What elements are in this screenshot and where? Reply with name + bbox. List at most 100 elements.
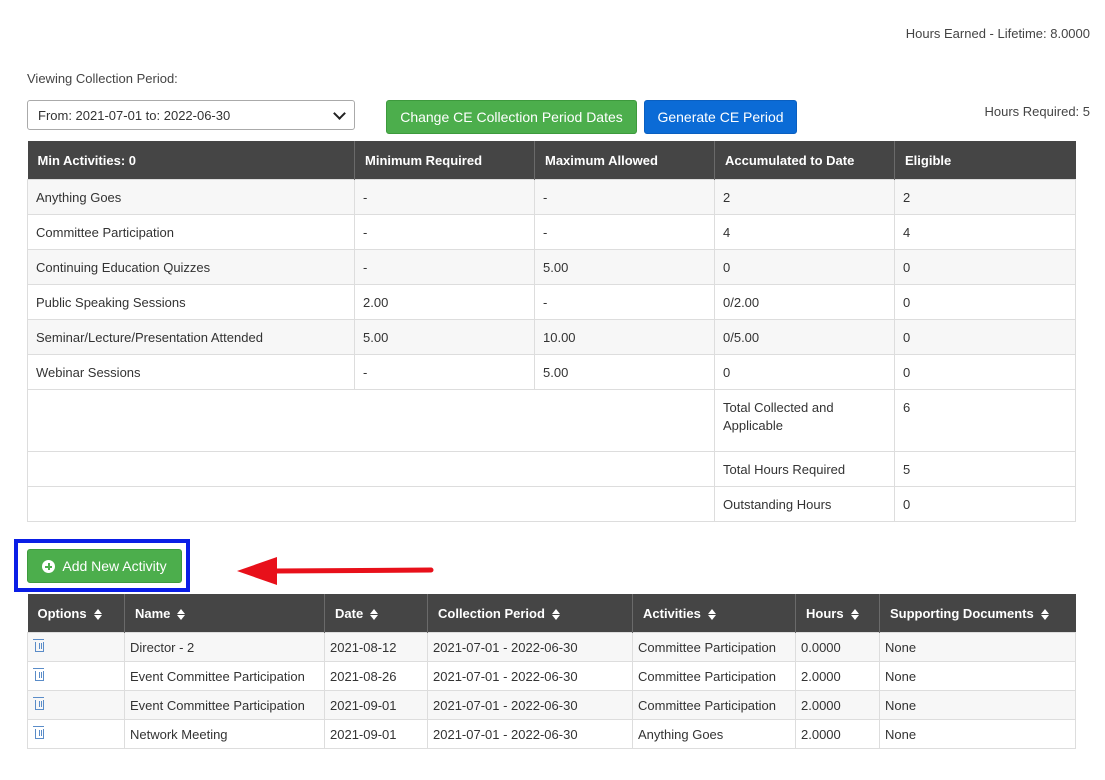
activity-type-cell: Committee Participation xyxy=(632,632,796,662)
maximum-allowed: 5.00 xyxy=(534,354,715,390)
date-cell: 2021-08-26 xyxy=(324,661,428,691)
maximum-allowed: - xyxy=(534,214,715,250)
minimum-required: - xyxy=(354,179,535,215)
summary-header-cell: Eligible xyxy=(894,141,1076,180)
column-header-label: Supporting Documents xyxy=(890,605,1034,621)
change-ce-period-button[interactable]: Change CE Collection Period Dates xyxy=(386,100,637,134)
sort-icon xyxy=(1040,608,1049,620)
trash-icon[interactable] xyxy=(33,667,44,681)
column-header-label: Date xyxy=(335,605,364,621)
summary-row: Seminar/Lecture/Presentation Attended 5.… xyxy=(27,319,1076,355)
summary-header-cell: Min Activities: 0 xyxy=(27,141,355,180)
accumulated-to-date-warning: 0/2.00 xyxy=(714,284,895,320)
maximum-allowed: 10.00 xyxy=(534,319,715,355)
viewing-period-label: Viewing Collection Period: xyxy=(27,71,178,86)
column-header-label: Name xyxy=(135,605,171,621)
accumulated-to-date: 0 xyxy=(714,249,895,285)
hours-cell: 2.0000 xyxy=(795,661,880,691)
add-new-activity-label: Add New Activity xyxy=(62,558,167,574)
column-header-label: Collection Period xyxy=(438,605,545,621)
column-header-collection-period[interactable]: Collection Period xyxy=(427,594,633,633)
activity-name-cell: Director - 2 xyxy=(124,632,325,662)
maximum-allowed: 5.00 xyxy=(534,249,715,285)
trash-icon[interactable] xyxy=(33,638,44,652)
activity-type-cell: Anything Goes xyxy=(632,719,796,749)
activity-name-cell: Event Committee Participation xyxy=(124,661,325,691)
hours-required: Hours Required: 5 xyxy=(984,104,1091,119)
activity-type-cell: Committee Participation xyxy=(632,690,796,720)
totals-spacer xyxy=(27,451,715,487)
red-arrow-annotation xyxy=(237,557,434,585)
column-header-date[interactable]: Date xyxy=(324,594,428,633)
collection-period-cell: 2021-07-01 - 2022-06-30 xyxy=(427,632,633,662)
eligible: 4 xyxy=(894,214,1076,250)
accumulated-to-date-warning: 0/5.00 xyxy=(714,319,895,355)
activity-name-cell: Network Meeting xyxy=(124,719,325,749)
activity-name: Anything Goes xyxy=(27,179,355,215)
outstanding-hours-value: 0 xyxy=(894,486,1076,522)
minimum-required: 5.00 xyxy=(354,319,535,355)
accumulated-to-date: 0 xyxy=(714,354,895,390)
total-hours-required-value: 5 xyxy=(894,451,1076,487)
collection-period-cell: 2021-07-01 - 2022-06-30 xyxy=(427,719,633,749)
table-row: Director - 2 2021-08-12 2021-07-01 - 202… xyxy=(27,632,1076,662)
totals-row: Total Hours Required 5 xyxy=(27,451,1076,487)
column-header-name[interactable]: Name xyxy=(124,594,325,633)
column-header-supporting-documents[interactable]: Supporting Documents xyxy=(879,594,1076,633)
collection-period-cell: 2021-07-01 - 2022-06-30 xyxy=(427,690,633,720)
options-cell xyxy=(27,719,125,749)
trash-icon[interactable] xyxy=(33,696,44,710)
column-header-label: Hours xyxy=(806,605,844,621)
activity-name: Public Speaking Sessions xyxy=(27,284,355,320)
options-cell xyxy=(27,690,125,720)
collection-period-cell: 2021-07-01 - 2022-06-30 xyxy=(427,661,633,691)
column-header-options[interactable]: Options xyxy=(27,594,125,633)
eligible: 0 xyxy=(894,249,1076,285)
hours-cell: 2.0000 xyxy=(795,690,880,720)
totals-spacer xyxy=(27,389,715,452)
column-header-activities[interactable]: Activities xyxy=(632,594,796,633)
chevron-down-icon xyxy=(333,106,346,120)
summary-row: Anything Goes - - 2 2 xyxy=(27,179,1076,215)
minimum-required: 2.00 xyxy=(354,284,535,320)
total-hours-required-label: Total Hours Required xyxy=(714,451,895,487)
summary-row: Committee Participation - - 4 4 xyxy=(27,214,1076,250)
trash-icon[interactable] xyxy=(33,725,44,739)
supporting-documents-cell: None xyxy=(879,632,1076,662)
requirements-summary-table: Min Activities: 0 Minimum Required Maxim… xyxy=(27,141,1076,522)
activity-name: Continuing Education Quizzes xyxy=(27,249,355,285)
options-cell xyxy=(27,632,125,662)
totals-row: Outstanding Hours 0 xyxy=(27,486,1076,522)
date-cell: 2021-09-01 xyxy=(324,719,428,749)
eligible: 0 xyxy=(894,319,1076,355)
options-cell xyxy=(27,661,125,691)
minimum-required: - xyxy=(354,249,535,285)
summary-row: Webinar Sessions - 5.00 0 0 xyxy=(27,354,1076,390)
accumulated-to-date: 2 xyxy=(714,179,895,215)
table-row: Event Committee Participation 2021-08-26… xyxy=(27,661,1076,691)
column-header-hours[interactable]: Hours xyxy=(795,594,880,633)
sort-icon xyxy=(551,608,560,620)
plus-circle-icon xyxy=(42,559,56,573)
eligible: 0 xyxy=(894,284,1076,320)
date-cell: 2021-09-01 xyxy=(324,690,428,720)
generate-ce-period-button[interactable]: Generate CE Period xyxy=(644,100,797,134)
summary-header-cell: Maximum Allowed xyxy=(534,141,715,180)
accumulated-to-date: 4 xyxy=(714,214,895,250)
activity-name: Seminar/Lecture/Presentation Attended xyxy=(27,319,355,355)
activity-name: Committee Participation xyxy=(27,214,355,250)
totals-spacer xyxy=(27,486,715,522)
outstanding-hours-label: Outstanding Hours xyxy=(714,486,895,522)
hours-earned-lifetime: Hours Earned - Lifetime: 8.0000 xyxy=(905,26,1090,41)
date-cell: 2021-08-12 xyxy=(324,632,428,662)
activities-header-row: Options Name Date Collection Period Acti… xyxy=(27,594,1076,633)
maximum-allowed: - xyxy=(534,179,715,215)
activities-table: Options Name Date Collection Period Acti… xyxy=(27,594,1076,749)
minimum-required: - xyxy=(354,214,535,250)
totals-row: Total Collected and Applicable 6 xyxy=(27,389,1076,452)
summary-header-row: Min Activities: 0 Minimum Required Maxim… xyxy=(27,141,1076,180)
activity-name: Webinar Sessions xyxy=(27,354,355,390)
add-new-activity-button[interactable]: Add New Activity xyxy=(27,549,182,583)
total-collected-value: 6 xyxy=(894,389,1076,452)
collection-period-select[interactable]: From: 2021-07-01 to: 2022-06-30 xyxy=(27,100,355,130)
